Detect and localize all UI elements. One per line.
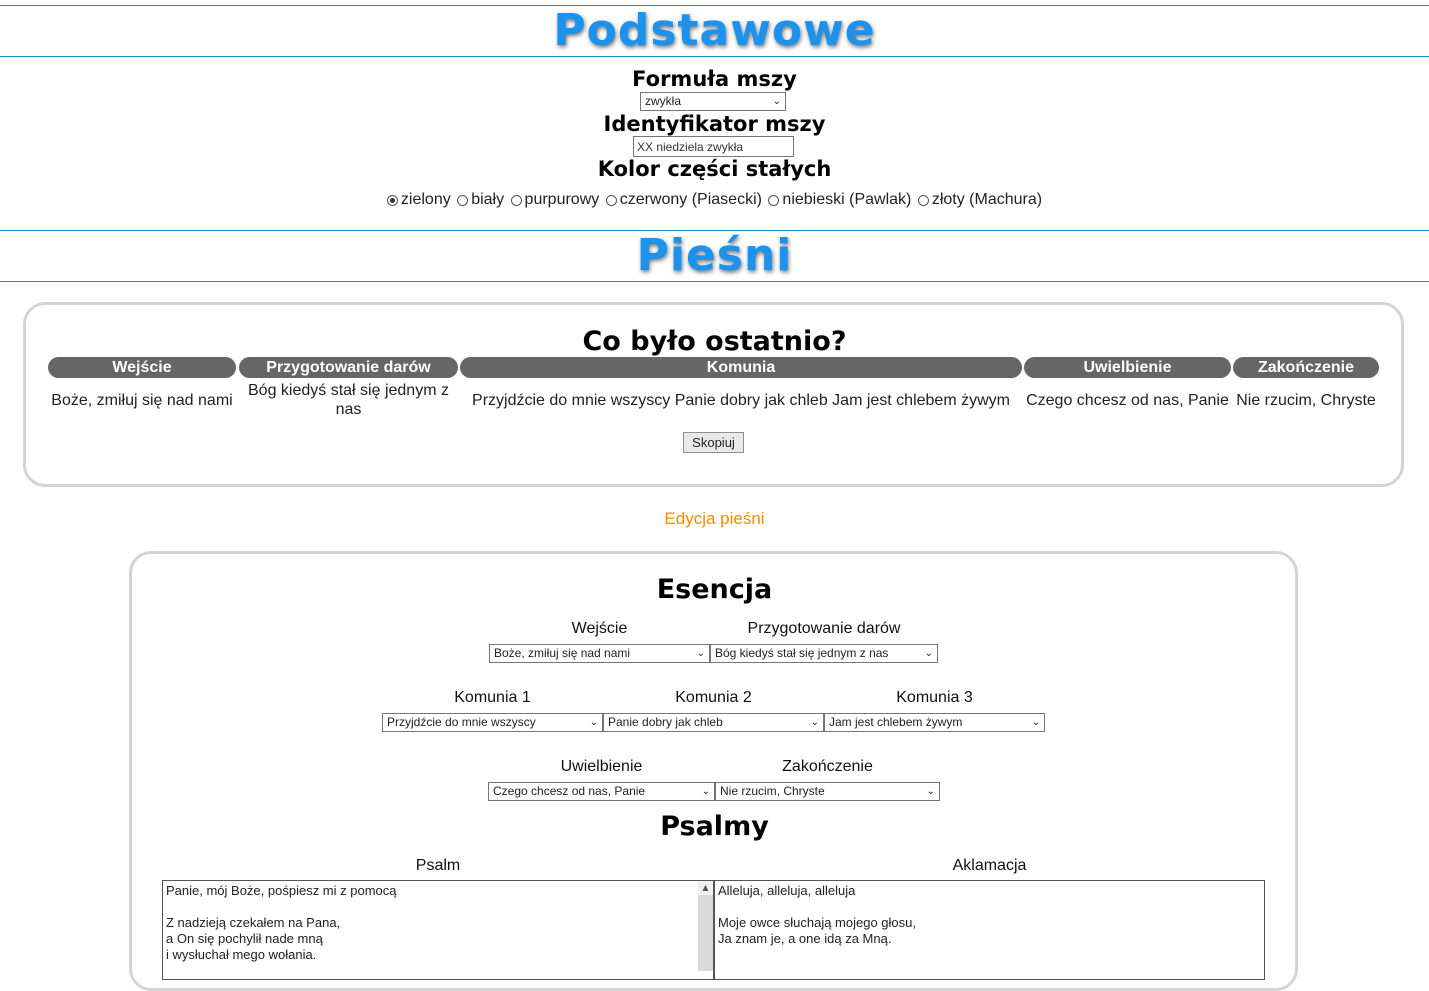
recent-value-communion: Przyjdźcie do mnie wszyscy Panie dobry j… (472, 392, 1010, 409)
communion1-label: Komunia 1 (454, 689, 531, 706)
acclamation-label: Aklamacja (952, 857, 1027, 874)
communion1-select[interactable]: Przyjdźcie do mnie wszyscy ⌄ (382, 713, 603, 732)
entrance-select[interactable]: Boże, zmiłuj się nad nami ⌄ (489, 644, 710, 663)
recent-header-closing: Zakończenie (1233, 357, 1379, 378)
section-title-basic: Podstawowe (553, 5, 876, 56)
radio-niebieski[interactable]: niebieski (Pawlak) (768, 191, 911, 209)
adoration-select-value: Czego chcesz od nas, Panie (493, 784, 646, 798)
recent-value-adoration: Czego chcesz od nas, Panie (1026, 392, 1229, 409)
closing-select[interactable]: Nie rzucim, Chryste ⌄ (715, 782, 940, 801)
formula-label: Formuła mszy (632, 67, 797, 91)
chevron-down-icon: ⌄ (1031, 714, 1040, 731)
id-label: Identyfikator mszy (603, 112, 826, 136)
adoration-select[interactable]: Czego chcesz od nas, Panie ⌄ (488, 782, 715, 801)
communion2-select[interactable]: Panie dobry jak chleb ⌄ (603, 713, 824, 732)
closing-label: Zakończenie (782, 758, 873, 775)
recent-header-entrance: Wejście (48, 357, 236, 378)
communion2-select-value: Panie dobry jak chleb (608, 715, 723, 729)
offertory-select-value: Bóg kiedyś stał się jednym z nas (715, 646, 889, 660)
chevron-down-icon: ⌄ (926, 783, 935, 800)
radio-icon[interactable] (605, 194, 617, 206)
offertory-select[interactable]: Bóg kiedyś stał się jednym z nas ⌄ (710, 644, 938, 663)
essence-title: Esencja (656, 574, 773, 605)
section-title-songs: Pieśni (636, 230, 793, 281)
formula-select[interactable]: zwykła ⌄ (640, 92, 786, 111)
radio-label: złoty (Machura) (931, 191, 1043, 208)
radio-icon[interactable] (768, 194, 780, 206)
radio-label: biały (471, 191, 505, 208)
psalms-title: Psalmy (660, 811, 769, 842)
communion1-select-value: Przyjdźcie do mnie wszyscy (387, 715, 536, 729)
chevron-down-icon: ⌄ (772, 96, 781, 107)
radio-icon[interactable] (510, 194, 522, 206)
copy-button[interactable]: Skopiuj (683, 432, 744, 453)
mass-id-input[interactable] (633, 136, 794, 157)
offertory-label: Przygotowanie darów (747, 620, 901, 637)
radio-zloty[interactable]: złoty (Machura) (917, 191, 1043, 209)
psalm-textarea[interactable]: Panie, mój Boże, pośpiesz mi z pomocą Z … (162, 880, 714, 980)
color-label: Kolor części stałych (597, 157, 832, 181)
recent-header-communion: Komunia (460, 357, 1022, 378)
entrance-select-value: Boże, zmiłuj się nad nami (494, 646, 631, 660)
divider (0, 281, 1429, 282)
divider (0, 56, 1429, 57)
formula-select-value: zwykła (645, 94, 682, 108)
edit-songs-link[interactable]: Edycja pieśni (0, 509, 1429, 529)
radio-label: czerwony (Piasecki) (619, 191, 762, 208)
closing-select-value: Nie rzucim, Chryste (720, 784, 825, 798)
acclamation-textarea[interactable]: Alleluja, alleluja, alleluja Moje owce s… (714, 880, 1265, 980)
communion3-select-value: Jam jest chlebem żywym (829, 715, 963, 729)
communion3-label: Komunia 3 (896, 689, 973, 706)
chevron-down-icon: ⌄ (696, 645, 705, 662)
radio-bialy[interactable]: biały (457, 191, 504, 209)
radio-icon[interactable] (917, 194, 929, 206)
radio-label: niebieski (Pawlak) (782, 191, 912, 208)
radio-purpurowy[interactable]: purpurowy (510, 191, 600, 209)
radio-czerwony[interactable]: czerwony (Piasecki) (605, 191, 762, 209)
chevron-down-icon: ⌄ (589, 714, 598, 731)
radio-icon[interactable] (457, 194, 469, 206)
recent-value-offertory: Bóg kiedyś stał się jednym z nas (248, 382, 449, 418)
chevron-down-icon: ⌄ (701, 783, 710, 800)
chevron-down-icon: ⌄ (810, 714, 819, 731)
recent-value-closing: Nie rzucim, Chryste (1236, 392, 1376, 409)
recent-header-adoration: Uwielbienie (1024, 357, 1231, 378)
recent-header-offertory: Przygotowanie darów (239, 357, 458, 378)
radio-label: purpurowy (524, 191, 600, 208)
psalm-label: Psalm (415, 857, 461, 874)
chevron-down-icon: ⌄ (921, 645, 933, 662)
psalm-scrollbar[interactable]: ▲ (698, 881, 713, 971)
recent-value-entrance: Boże, zmiłuj się nad nami (51, 392, 233, 409)
entrance-label: Wejście (571, 620, 628, 637)
adoration-label: Uwielbienie (560, 758, 643, 775)
color-radio-group: zielony biały purpurowy czerwony (Piasec… (0, 191, 1429, 211)
communion3-select[interactable]: Jam jest chlebem żywym ⌄ (824, 713, 1045, 732)
communion2-label: Komunia 2 (675, 689, 752, 706)
radio-label: zielony (400, 191, 451, 208)
radio-checked-icon[interactable] (386, 194, 398, 206)
radio-zielony[interactable]: zielony (386, 191, 451, 209)
recent-title: Co było ostatnio? (582, 326, 847, 357)
scroll-up-icon[interactable]: ▲ (698, 881, 713, 895)
